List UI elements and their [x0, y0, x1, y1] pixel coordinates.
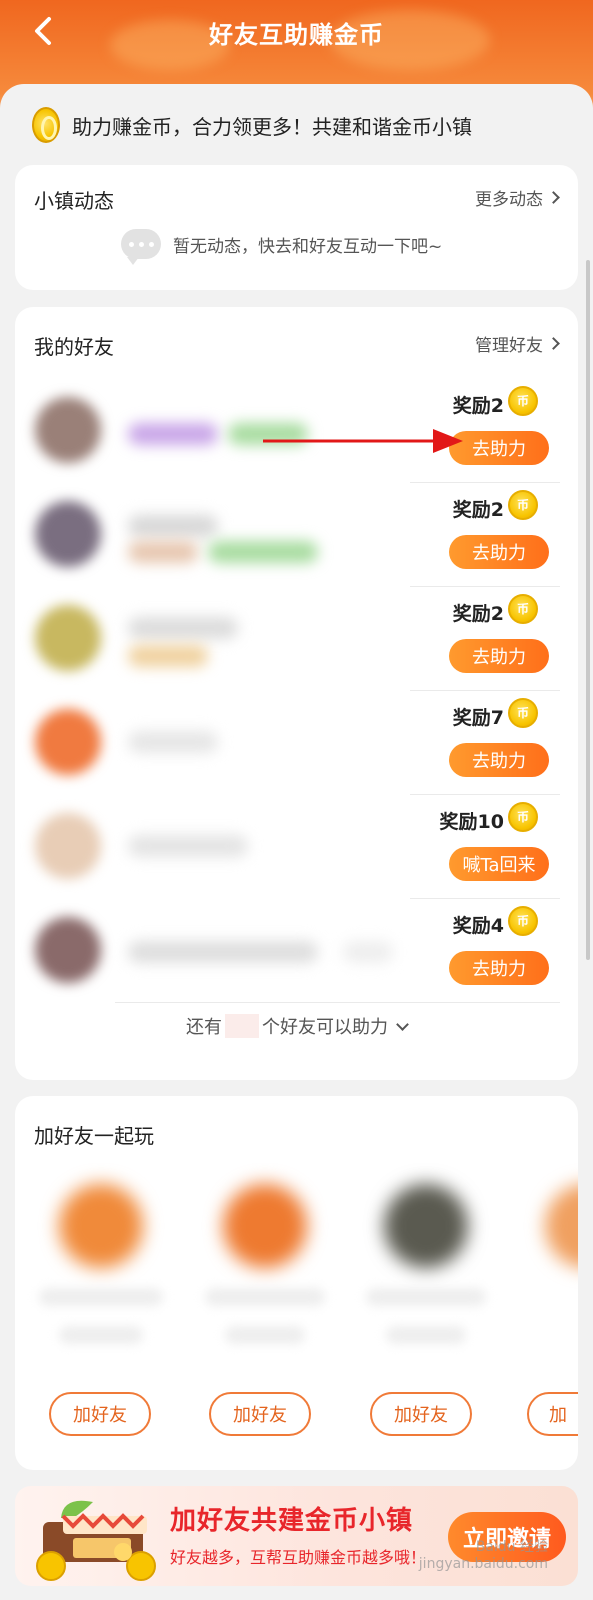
friend-info-redacted — [23, 801, 403, 891]
back-button[interactable] — [26, 14, 60, 48]
friend-info-redacted — [23, 385, 403, 475]
friend-row: 奖励7 币 去助力 — [15, 691, 578, 795]
empty-news-row: 暂无动态，快去和好友互动一下吧~ — [121, 229, 443, 265]
help-button[interactable]: 去助力 — [449, 639, 549, 673]
more-friends-toggle[interactable]: 还有 个好友可以助力 — [15, 1013, 578, 1039]
banner-title: 加好友共建金币小镇 — [170, 1506, 414, 1536]
coin-icon: 币 — [508, 801, 538, 832]
suggested-friend — [195, 1156, 335, 1376]
friend-row: 奖励10 币 喊Ta回来 — [15, 795, 578, 899]
invite-banner[interactable]: 加好友共建金币小镇 好友越多，互帮互助赚金币越多哦！ 立即邀请 Baidu 经验… — [15, 1486, 578, 1586]
empty-news-text: 暂无动态，快去和好友互动一下吧~ — [173, 236, 443, 257]
add-friend-button-partial[interactable]: 加 — [527, 1392, 578, 1436]
more-news-label: 更多动态 — [475, 190, 543, 210]
friend-row: 奖励2 币 去助力 — [15, 587, 578, 691]
town-news-card: 小镇动态 更多动态 暂无动态，快去和好友互动一下吧~ — [15, 165, 578, 290]
my-friends-title: 我的好友 — [34, 335, 114, 359]
help-button[interactable]: 去助力 — [449, 951, 549, 985]
coin-house-icon — [36, 1500, 156, 1581]
help-button[interactable]: 去助力 — [449, 743, 549, 777]
call-back-button[interactable]: 喊Ta回来 — [449, 847, 549, 881]
coin-icon: 币 — [508, 385, 538, 416]
page-title: 好友互助赚金币 — [209, 20, 384, 49]
add-friend-button[interactable]: 加好友 — [209, 1392, 311, 1436]
coin-icon: 币 — [508, 697, 538, 728]
friend-info-redacted — [23, 489, 403, 579]
suggested-friend — [31, 1156, 171, 1376]
friend-count-redacted — [225, 1014, 259, 1038]
suggested-friend — [356, 1156, 496, 1376]
help-button[interactable]: 去助力 — [449, 431, 549, 465]
manage-friends-link[interactable]: 管理好友 — [475, 331, 560, 356]
gold-coin-icon — [32, 107, 60, 143]
coin-icon: 币 — [508, 489, 538, 520]
reward-label: 奖励2 币 — [453, 593, 538, 626]
friend-info-redacted — [23, 905, 403, 995]
friend-row: 奖励4 币 去助力 — [15, 899, 578, 1003]
slogan-text: 助力赚金币，合力领更多！共建和谐金币小镇 — [72, 114, 472, 139]
chevron-right-icon — [547, 191, 560, 204]
coin-icon: 币 — [508, 593, 538, 624]
reward-label: 奖励4 币 — [453, 905, 538, 938]
play-together-title: 加好友一起玩 — [34, 1124, 154, 1148]
app-header: 好友互助赚金币 — [0, 0, 593, 64]
add-friend-button[interactable]: 加好友 — [49, 1392, 151, 1436]
chevron-right-icon — [547, 337, 560, 350]
play-together-card: 加好友一起玩 加好友 加好友 加好友 加 — [15, 1096, 578, 1470]
suggested-friend — [517, 1156, 578, 1376]
scrollbar[interactable] — [586, 260, 590, 960]
friend-info-redacted — [23, 593, 403, 683]
my-friends-card: 我的好友 管理好友 奖励2 币 去助力 奖励2 币 去助力 奖励2 币 去助力 … — [15, 307, 578, 1080]
watermark-text: Baidu 经验 jingyan.baidu.com — [418, 1539, 548, 1572]
manage-friends-label: 管理好友 — [475, 336, 543, 356]
friend-row: 奖励2 币 去助力 — [15, 483, 578, 587]
friend-row: 奖励2 币 去助力 — [15, 379, 578, 483]
chevron-left-icon — [35, 17, 51, 45]
friend-info-redacted — [23, 697, 403, 787]
reward-label: 奖励2 币 — [453, 385, 538, 418]
slogan-bar: 助力赚金币，合力领更多！共建和谐金币小镇 — [32, 104, 472, 146]
add-friend-button[interactable]: 加好友 — [370, 1392, 472, 1436]
more-news-link[interactable]: 更多动态 — [475, 185, 560, 210]
chat-bubble-icon — [121, 229, 161, 265]
chevron-down-icon — [396, 1017, 409, 1031]
reward-label: 奖励2 币 — [453, 489, 538, 522]
reward-label: 奖励10 币 — [440, 801, 538, 834]
coin-icon: 币 — [508, 905, 538, 936]
town-news-title: 小镇动态 — [34, 189, 114, 213]
reward-label: 奖励7 币 — [453, 697, 538, 730]
help-button[interactable]: 去助力 — [449, 535, 549, 569]
banner-subtitle: 好友越多，互帮互助赚金币越多哦！ — [170, 1548, 427, 1567]
